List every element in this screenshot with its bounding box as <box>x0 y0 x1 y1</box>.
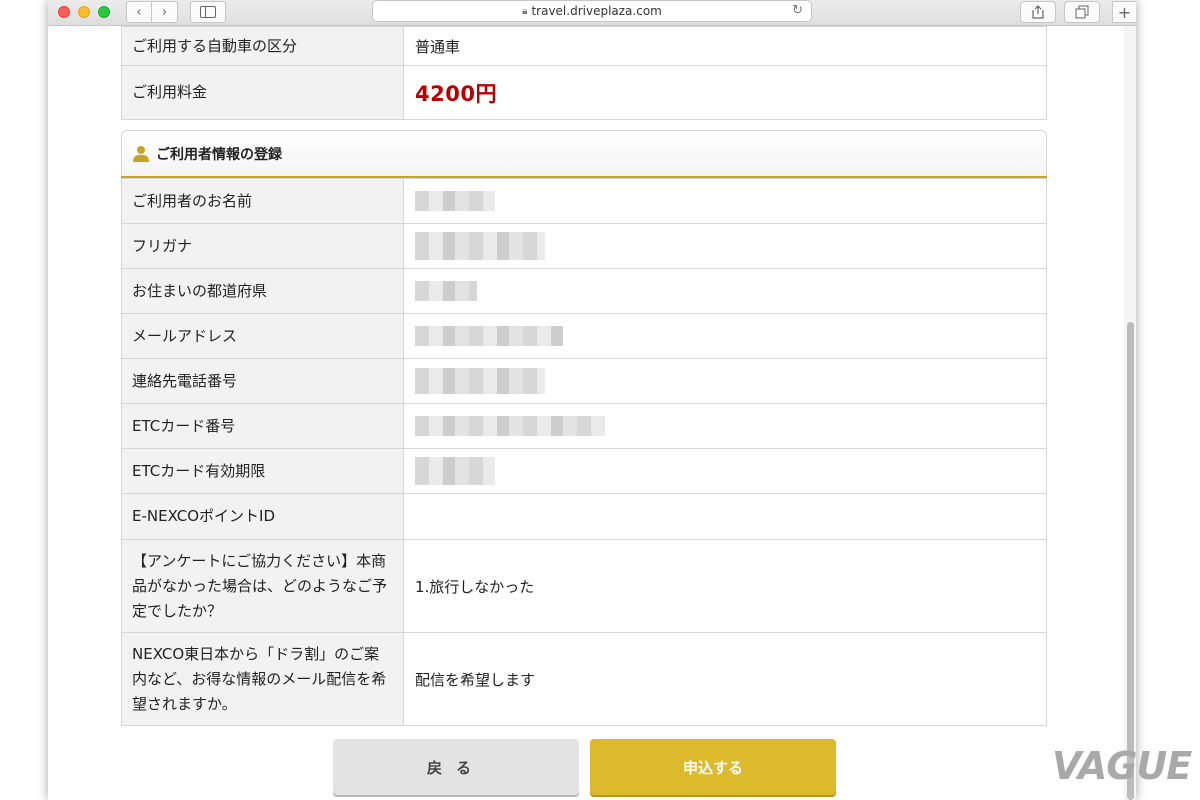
survey-label: 【アンケートにご協力ください】本商品がなかった場合は、どのようなご予定でしたか？ <box>121 539 404 633</box>
fee-value: 4200円 <box>415 81 497 106</box>
redacted-value <box>415 457 495 485</box>
table-row: E-NEXCOポイントID <box>121 493 1047 540</box>
redacted-value <box>415 191 495 211</box>
form-actions: 戻る 申込する <box>333 739 836 795</box>
vague-watermark: VAGUE <box>1052 744 1192 788</box>
share-glyph <box>1032 5 1044 19</box>
redacted-value <box>415 232 545 260</box>
point-id-value <box>403 493 1047 540</box>
user-info-table: ご利用者のお名前 フリガナ お住まいの都道府県 メールアドレス 連絡先電話番号 … <box>121 178 1047 726</box>
table-row: フリガナ <box>121 223 1047 269</box>
forward-arrow-icon[interactable]: › <box>152 1 178 23</box>
scrollbar-thumb[interactable] <box>1127 322 1134 800</box>
scrollbar[interactable] <box>1124 26 1136 800</box>
back-arrow-icon[interactable]: ‹ <box>126 1 152 23</box>
table-row: お住まいの都道府県 <box>121 268 1047 314</box>
back-button[interactable]: 戻る <box>333 739 579 795</box>
section-title: ご利用者情報の登録 <box>156 147 282 163</box>
redacted-value <box>415 368 545 394</box>
newsletter-label: NEXCO東日本から「ドラ割」のご案内など、お得な情報のメール配信を希望されます… <box>121 632 404 726</box>
close-window-button[interactable] <box>58 6 70 18</box>
page-content: ご利用する自動車の区分 普通車 ご利用料金 4200円 ご利用者情報の登録 ご利… <box>48 26 1124 800</box>
redacted-value <box>415 416 605 436</box>
zoom-window-button[interactable] <box>98 6 110 18</box>
newsletter-value: 配信を希望します <box>403 632 1047 726</box>
user-icon <box>133 146 149 162</box>
furigana-label: フリガナ <box>121 223 404 269</box>
table-row: 【アンケートにご協力ください】本商品がなかった場合は、どのようなご予定でしたか？… <box>121 539 1047 633</box>
browser-toolbar: ‹ › 🔒︎ travel.driveplaza.com ↻ + <box>48 0 1136 26</box>
email-label: メールアドレス <box>121 313 404 359</box>
table-row: ご利用する自動車の区分 普通車 <box>121 26 1047 66</box>
sidebar-toggle-icon[interactable] <box>190 1 226 23</box>
tabs-overview-icon[interactable] <box>1064 1 1100 23</box>
lock-icon: 🔒︎ <box>522 5 528 17</box>
vehicle-class-value: 普通車 <box>403 26 1047 66</box>
reload-icon[interactable]: ↻ <box>792 3 803 18</box>
prefecture-label: お住まいの都道府県 <box>121 268 404 314</box>
vehicle-class-label: ご利用する自動車の区分 <box>121 26 404 66</box>
address-url: travel.driveplaza.com <box>531 4 662 18</box>
fee-label: ご利用料金 <box>121 65 404 120</box>
history-navigation: ‹ › <box>126 1 178 23</box>
table-row: ご利用料金 4200円 <box>121 65 1047 120</box>
browser-window: ‹ › 🔒︎ travel.driveplaza.com ↻ + ご利用する自動… <box>48 0 1136 800</box>
address-bar[interactable]: 🔒︎ travel.driveplaza.com ↻ <box>372 0 812 22</box>
section-header: ご利用者情報の登録 <box>121 130 1047 177</box>
point-id-label: E-NEXCOポイントID <box>121 493 404 540</box>
name-label: ご利用者のお名前 <box>121 178 404 224</box>
table-row: ご利用者のお名前 <box>121 178 1047 224</box>
tabs-glyph <box>1075 5 1089 19</box>
table-row: ETCカード有効期限 <box>121 448 1047 494</box>
redacted-value <box>415 281 477 301</box>
redacted-value <box>415 326 563 346</box>
new-tab-button[interactable]: + <box>1112 1 1136 23</box>
etc-card-number-label: ETCカード番号 <box>121 403 404 449</box>
table-row: 連絡先電話番号 <box>121 358 1047 404</box>
table-row: ETCカード番号 <box>121 403 1047 449</box>
submit-button[interactable]: 申込する <box>590 739 836 795</box>
table-row: NEXCO東日本から「ドラ割」のご案内など、お得な情報のメール配信を希望されます… <box>121 632 1047 726</box>
table-row: メールアドレス <box>121 313 1047 359</box>
survey-value: 1.旅行しなかった <box>403 539 1047 633</box>
share-icon[interactable] <box>1020 1 1056 23</box>
minimize-window-button[interactable] <box>78 6 90 18</box>
phone-label: 連絡先電話番号 <box>121 358 404 404</box>
etc-card-expiry-label: ETCカード有効期限 <box>121 448 404 494</box>
sidebar-icon <box>200 6 216 18</box>
summary-table: ご利用する自動車の区分 普通車 ご利用料金 4200円 <box>121 26 1047 120</box>
